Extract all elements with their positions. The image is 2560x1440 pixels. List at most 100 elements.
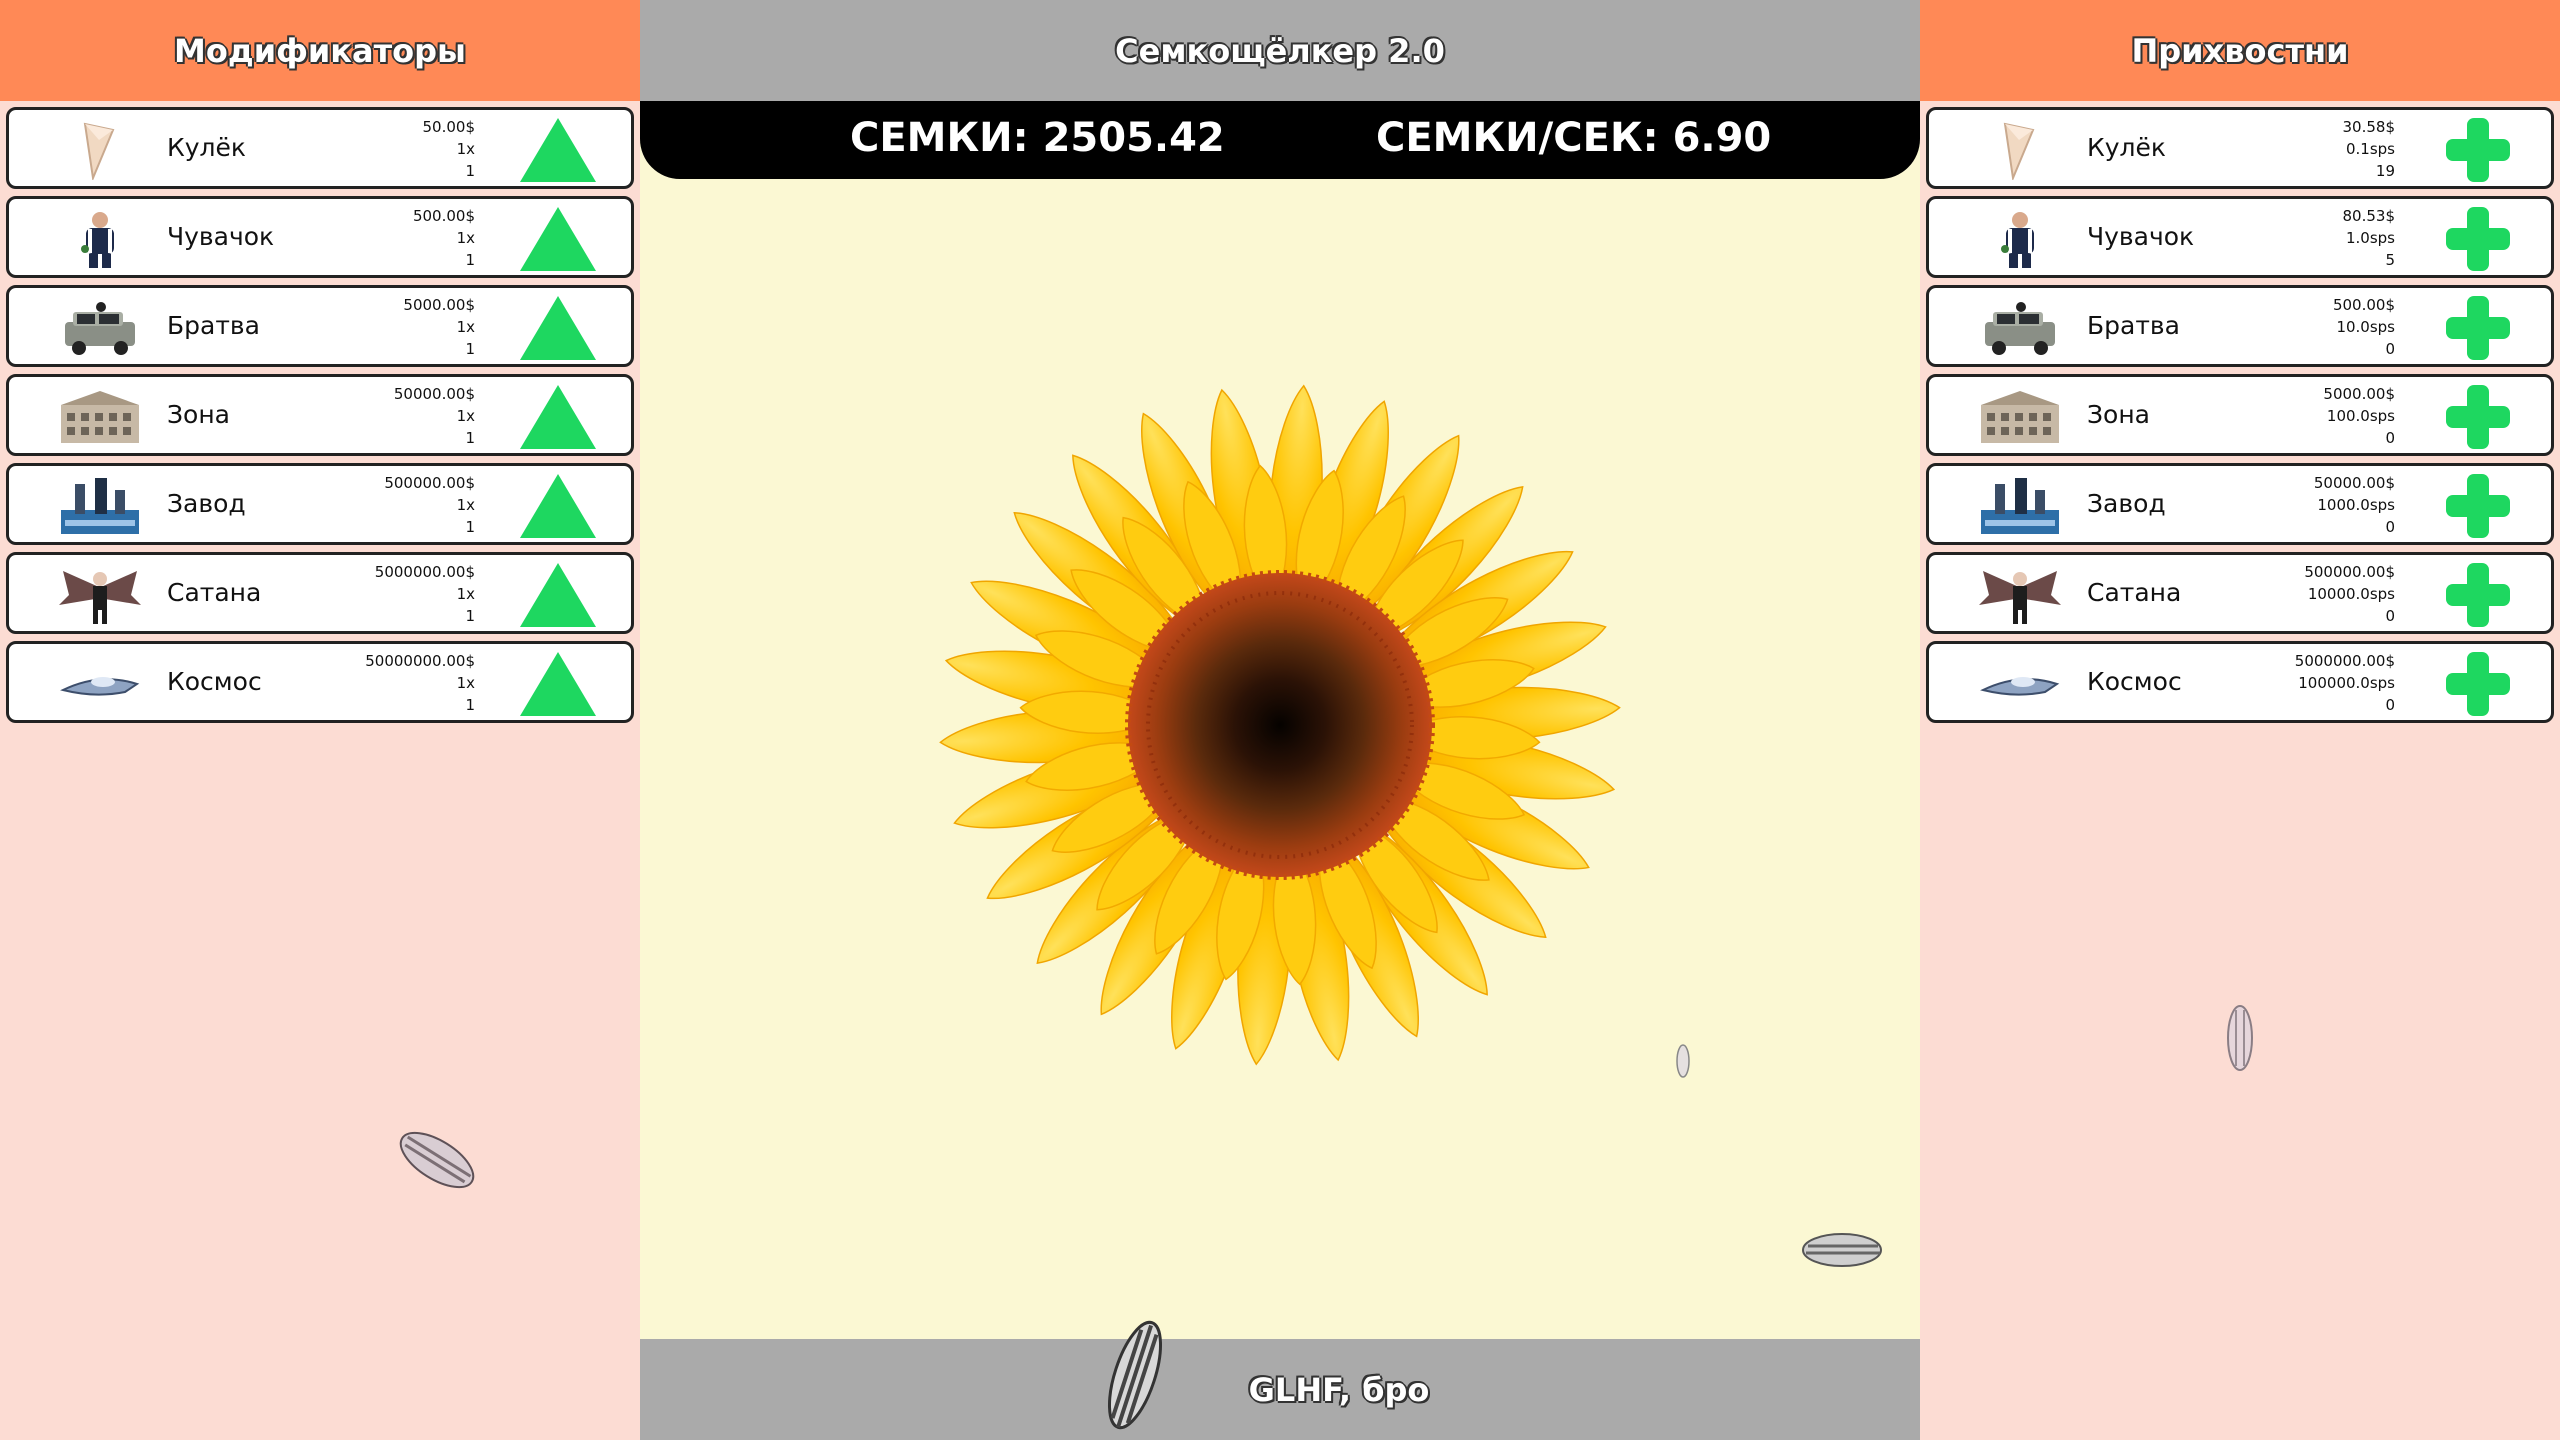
buy-plus-button[interactable]: [2436, 383, 2520, 451]
item-info: 50000.00$ 1x 1: [394, 383, 475, 449]
item-name: Завод: [2087, 489, 2166, 518]
paper-bag-icon: [55, 120, 145, 182]
item-info: 30.58$ 0.1sps 19: [2343, 116, 2396, 182]
upgrade-arrow-button[interactable]: [516, 561, 600, 629]
buy-plus-button[interactable]: [2436, 116, 2520, 184]
item-info: 80.53$ 1.0sps 5: [2343, 205, 2396, 271]
minion-card: Кулёк 30.58$ 0.1sps 19: [1926, 107, 2554, 189]
item-name: Братва: [2087, 311, 2180, 340]
minion-card: Братва 500.00$ 10.0sps 0: [1926, 285, 2554, 367]
item-name: Зона: [2087, 400, 2150, 429]
game-title: Семкощёлкер 2.0: [640, 0, 1920, 101]
upgrade-arrow-button[interactable]: [516, 294, 600, 362]
paper-bag-icon: [1975, 120, 2065, 182]
minions-panel: Прихвостни Кулёк 30.58$ 0.1sps 19 Чувачок 80.…: [1920, 0, 2560, 1440]
item-name: Чувачок: [2087, 222, 2195, 251]
sunflower-button[interactable]: [920, 355, 1640, 1085]
item-cost: 5000000.00$: [2294, 652, 2395, 670]
item-cost: 50000000.00$: [365, 652, 475, 670]
car-icon: [55, 298, 145, 358]
buy-plus-button[interactable]: [2436, 294, 2520, 362]
footer-bar: GLHF, бро: [640, 1339, 1920, 1440]
modifier-card: Зона 50000.00$ 1x 1: [6, 374, 634, 456]
modifier-card: Космос 50000000.00$ 1x 1: [6, 641, 634, 723]
modifier-card: Чувачок 500.00$ 1x 1: [6, 196, 634, 278]
item-level: 1: [465, 518, 475, 536]
item-level: 1: [465, 696, 475, 714]
seed-icon: [1107, 1320, 1163, 1430]
buy-plus-button[interactable]: [2436, 650, 2520, 718]
item-rate: 1000.0sps: [2317, 496, 2395, 514]
item-cost: 30.58$: [2342, 118, 2396, 136]
ufo-icon: [55, 654, 145, 714]
satan-icon: [1975, 565, 2065, 625]
item-count: 0: [2385, 607, 2395, 625]
modifiers-panel: Модификаторы Кулёк 50.00$ 1x 1 Чувачок 500.00…: [0, 0, 640, 1440]
upgrade-arrow-button[interactable]: [516, 383, 600, 451]
item-mult: 1x: [456, 407, 475, 425]
seed-icon: [1802, 1233, 1882, 1267]
item-cost: 500000.00$: [2304, 563, 2395, 581]
minion-card: Сатана 500000.00$ 10000.0sps 0: [1926, 552, 2554, 634]
item-cost: 5000000.00$: [374, 563, 475, 581]
game-area: Семкощёлкер 2.0 СЕМКИ: 2505.42 СЕМКИ/СЕК…: [640, 0, 1920, 1440]
item-info: 5000.00$ 100.0sps 0: [2323, 383, 2395, 449]
ufo-icon: [1975, 654, 2065, 714]
footer-text: GLHF, бро: [1248, 1370, 1430, 1409]
buy-plus-button[interactable]: [2436, 472, 2520, 540]
upgrade-arrow-button[interactable]: [516, 472, 600, 540]
buy-plus-button[interactable]: [2436, 205, 2520, 273]
modifier-card: Братва 5000.00$ 1x 1: [6, 285, 634, 367]
modifier-card: Завод 500000.00$ 1x 1: [6, 463, 634, 545]
item-info: 500.00$ 1x 1: [413, 205, 475, 271]
item-mult: 1x: [456, 585, 475, 603]
item-level: 1: [465, 162, 475, 180]
seed-icon: [2227, 1005, 2253, 1071]
item-cost: 80.53$: [2342, 207, 2396, 225]
item-level: 1: [465, 429, 475, 447]
item-info: 50.00$ 1x 1: [423, 116, 476, 182]
item-cost: 500.00$: [2332, 296, 2395, 314]
item-mult: 1x: [456, 496, 475, 514]
item-rate: 10.0sps: [2336, 318, 2395, 336]
guy-icon: [1975, 209, 2065, 269]
minion-card: Завод 50000.00$ 1000.0sps 0: [1926, 463, 2554, 545]
item-cost: 500.00$: [412, 207, 475, 225]
item-name: Космос: [167, 667, 262, 696]
modifiers-title: Модификаторы: [0, 0, 640, 101]
stats-bar: СЕМКИ: 2505.42 СЕМКИ/СЕК: 6.90: [640, 101, 1920, 179]
factory-icon: [55, 476, 145, 536]
item-count: 5: [2385, 251, 2395, 269]
item-cost: 5000.00$: [403, 296, 475, 314]
item-count: 0: [2385, 340, 2395, 358]
modifier-card: Сатана 5000000.00$ 1x 1: [6, 552, 634, 634]
item-cost: 500000.00$: [384, 474, 475, 492]
factory-icon: [1975, 476, 2065, 536]
item-count: 0: [2385, 429, 2395, 447]
buy-plus-button[interactable]: [2436, 561, 2520, 629]
seeds-counter: СЕМКИ: 2505.42: [850, 115, 1225, 161]
minions-title: Прихвостни: [1920, 0, 2560, 101]
item-rate: 0.1sps: [2345, 140, 2395, 158]
guy-icon: [55, 209, 145, 269]
item-info: 5000000.00$ 100000.0sps 0: [2295, 650, 2395, 716]
item-name: Чувачок: [167, 222, 275, 251]
modifier-card: Кулёк 50.00$ 1x 1: [6, 107, 634, 189]
item-info: 5000.00$ 1x 1: [403, 294, 475, 360]
upgrade-arrow-button[interactable]: [516, 116, 600, 184]
upgrade-arrow-button[interactable]: [516, 205, 600, 273]
item-info: 500000.00$ 10000.0sps 0: [2304, 561, 2395, 627]
minion-card: Чувачок 80.53$ 1.0sps 5: [1926, 196, 2554, 278]
item-level: 1: [465, 340, 475, 358]
item-name: Кулёк: [2087, 133, 2167, 162]
satan-icon: [55, 565, 145, 625]
seed-icon: [1676, 1044, 1690, 1078]
item-rate: 100000.0sps: [2298, 674, 2395, 692]
item-info: 50000000.00$ 1x 1: [365, 650, 475, 716]
item-count: 19: [2375, 162, 2395, 180]
item-mult: 1x: [456, 229, 475, 247]
upgrade-arrow-button[interactable]: [516, 650, 600, 718]
item-name: Сатана: [167, 578, 262, 607]
item-level: 1: [465, 251, 475, 269]
item-info: 500.00$ 10.0sps 0: [2333, 294, 2395, 360]
